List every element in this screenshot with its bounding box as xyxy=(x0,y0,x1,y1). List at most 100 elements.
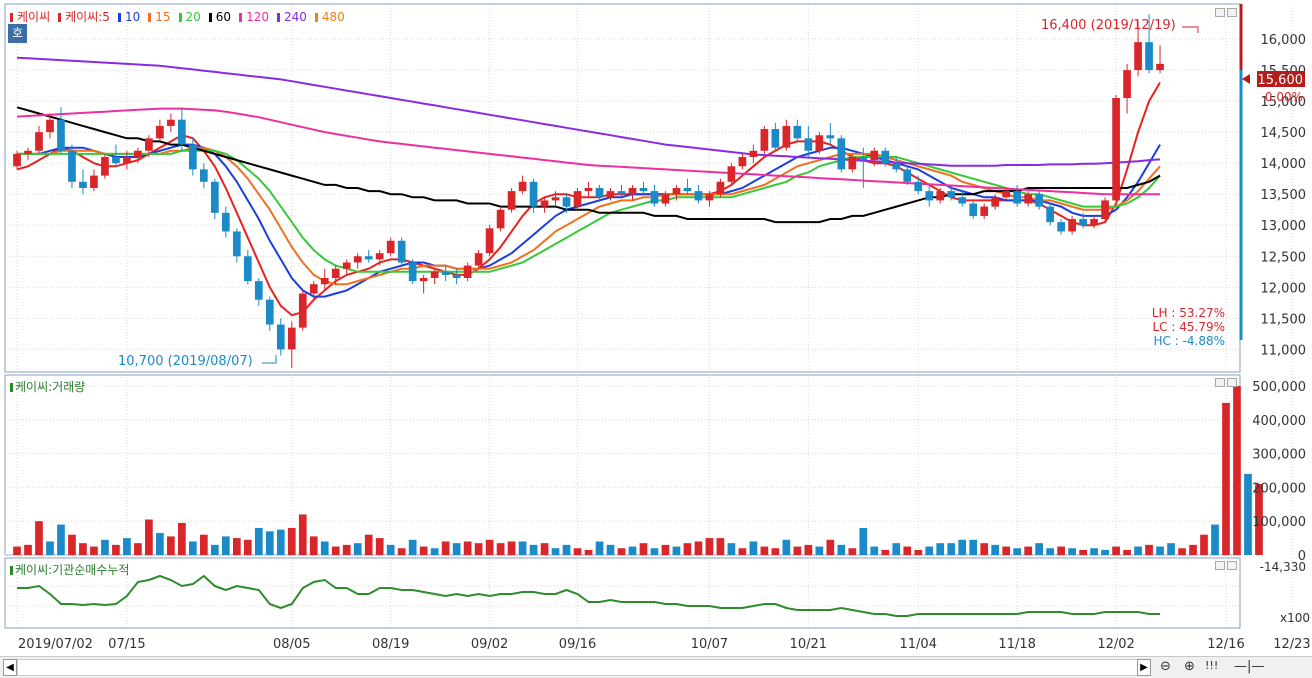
candle-body xyxy=(57,119,65,151)
volume-bar xyxy=(419,546,428,555)
candle-body xyxy=(430,271,439,278)
volume-bar xyxy=(375,538,384,555)
legend-item[interactable]: 240 xyxy=(276,10,311,24)
candle-body xyxy=(551,197,560,201)
legend-item[interactable]: 케이씨 xyxy=(10,10,54,24)
candle-body xyxy=(661,194,670,204)
slider-icon[interactable]: —|— xyxy=(1234,659,1264,674)
candle-body xyxy=(1101,200,1109,220)
x-tick-label: 07/15 xyxy=(108,637,145,652)
volume-panel-close-button[interactable] xyxy=(1227,378,1237,387)
candle-body xyxy=(529,181,538,207)
candle-body xyxy=(298,293,307,328)
zoom-in-icon[interactable]: ⊕ xyxy=(1184,659,1195,674)
scroll-right-button[interactable]: ▶ xyxy=(1137,659,1151,676)
volume-bar xyxy=(573,548,582,555)
volume-bar xyxy=(243,539,252,555)
inst-panel-minimize-button[interactable] xyxy=(1215,561,1225,570)
chart-canvas[interactable]: 16,00015,50015,00014,50014,00013,50013,0… xyxy=(0,0,1312,657)
candle-body xyxy=(749,150,758,157)
candle-body xyxy=(947,191,956,198)
candle-body xyxy=(793,125,802,139)
volume-bar xyxy=(815,546,824,555)
legend-item[interactable]: 120 xyxy=(239,10,273,24)
candle-body xyxy=(584,188,593,192)
candle-body xyxy=(1002,191,1011,198)
candle-body xyxy=(859,156,868,161)
volume-bar xyxy=(1068,548,1076,555)
legend-item[interactable]: 15 xyxy=(148,10,174,24)
legend-swatch xyxy=(178,13,182,22)
price-tick-label: 13,500 xyxy=(1261,188,1307,203)
legend-swatch xyxy=(148,13,152,22)
candle-body xyxy=(221,212,230,232)
volume-bar xyxy=(199,534,208,555)
x-tick-label: 12/23 xyxy=(1273,637,1310,652)
volume-panel-minimize-button[interactable] xyxy=(1215,378,1225,387)
hoga-badge[interactable]: 호 xyxy=(8,24,27,43)
volume-bar xyxy=(13,546,21,555)
price-panel-close-button[interactable] xyxy=(1227,8,1237,17)
candle-body xyxy=(507,191,516,210)
volume-bar xyxy=(46,541,54,555)
price-panel-minimize-button[interactable] xyxy=(1215,8,1225,17)
candle-body xyxy=(156,125,164,139)
volume-bar xyxy=(101,539,109,555)
candle-body xyxy=(463,265,472,278)
candle-body xyxy=(727,166,736,182)
inst-panel-close-button[interactable] xyxy=(1227,561,1237,570)
candle-body xyxy=(167,119,175,126)
volume-bar xyxy=(727,543,736,555)
volume-bar xyxy=(1156,546,1164,555)
volume-bar xyxy=(430,548,439,555)
volume-bar xyxy=(145,519,153,555)
legend-label: 60 xyxy=(215,10,232,24)
candle-body xyxy=(1134,42,1142,71)
volume-bar xyxy=(595,541,604,555)
candle-body xyxy=(287,327,296,350)
candle-body xyxy=(123,156,131,164)
candle-body xyxy=(694,191,703,201)
candle-body xyxy=(870,150,879,161)
volume-panel-frame xyxy=(4,374,1241,556)
volume-bar xyxy=(1178,548,1186,555)
volume-bar xyxy=(793,546,802,555)
candle-body xyxy=(232,231,241,257)
volume-bar xyxy=(562,544,571,555)
legend-item[interactable]: 20 xyxy=(178,10,205,24)
volume-bar xyxy=(804,544,813,555)
candle-body xyxy=(672,188,681,195)
volume-bar xyxy=(1233,386,1241,555)
volume-bar xyxy=(991,544,1000,555)
legend-item[interactable]: 10 xyxy=(117,10,144,24)
high-annotation: 16,400 (2019/12/19) xyxy=(1041,18,1176,33)
legend-swatch xyxy=(10,13,13,22)
candle-body xyxy=(474,253,483,266)
volume-bar xyxy=(661,544,670,555)
volume-bar xyxy=(925,546,934,555)
horizontal-scrollbar[interactable] xyxy=(17,659,1139,676)
volume-bar xyxy=(1200,534,1208,555)
x-tick-label: 11/18 xyxy=(998,637,1035,652)
stat-lc: LC : 45.79% xyxy=(1153,320,1226,334)
volume-panel-title: 케이씨:거래량 xyxy=(10,378,85,395)
bar-count-icon[interactable]: !!! xyxy=(1205,659,1218,672)
legend-item[interactable]: 케이씨:5 xyxy=(58,10,114,24)
legend-item[interactable]: 480 xyxy=(314,10,349,24)
candle-body xyxy=(276,324,285,350)
candle-body xyxy=(1057,222,1065,232)
volume-bar xyxy=(958,539,967,555)
change-pct-label: 0.00% xyxy=(1265,90,1303,104)
price-legend: 케이씨 케이씨:5 10 15 20 60 120 240 480 xyxy=(10,8,353,25)
legend-item[interactable]: 60 xyxy=(208,10,235,24)
volume-bar xyxy=(716,538,725,555)
zoom-out-icon[interactable]: ⊖ xyxy=(1160,659,1171,674)
volume-tick-label: 400,000 xyxy=(1252,414,1306,429)
volume-bar xyxy=(156,533,164,555)
scroll-left-button[interactable]: ◀ xyxy=(3,659,17,676)
candle-body xyxy=(320,278,329,285)
candle-body xyxy=(265,299,274,325)
volume-bar xyxy=(1046,548,1054,555)
volume-bar xyxy=(485,539,494,555)
candle-body xyxy=(518,181,527,192)
